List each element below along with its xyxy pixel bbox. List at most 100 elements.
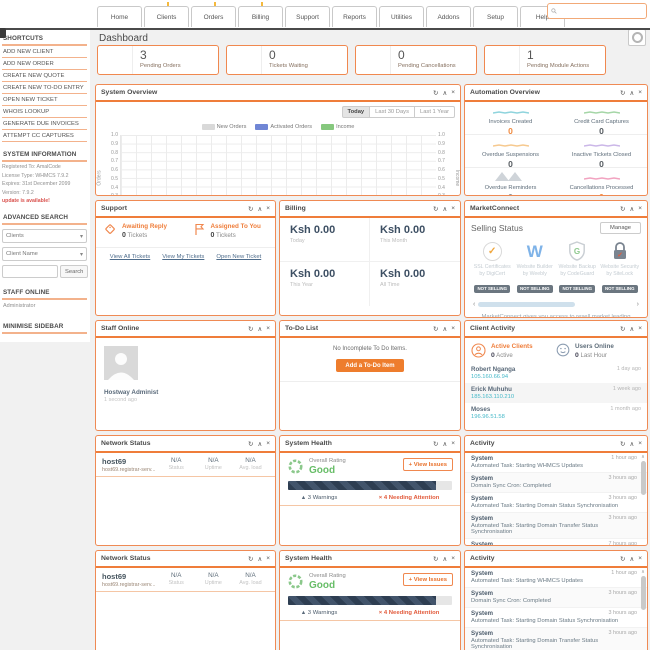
view-issues-button[interactable]: + View Issues bbox=[402, 458, 453, 471]
not-selling-badge[interactable]: NOT SELLING bbox=[474, 284, 510, 293]
refresh-icon[interactable]: ↻ bbox=[433, 205, 438, 213]
shortcut-generate-due-invoices[interactable]: GENERATE DUE INVOICES bbox=[2, 118, 87, 130]
refresh-icon[interactable]: ↻ bbox=[620, 440, 625, 448]
refresh-icon[interactable]: ↻ bbox=[248, 555, 253, 563]
scrollbar-thumb[interactable] bbox=[640, 576, 646, 611]
stat-pending-orders[interactable]: 3 Pending Orders bbox=[97, 45, 219, 75]
shortcut-whois-lookup[interactable]: WHOIS LOOKUP bbox=[2, 106, 87, 118]
client-activity-row[interactable]: Moses 196.96.51.58 1 month ago bbox=[465, 403, 647, 423]
close-icon[interactable]: × bbox=[266, 440, 270, 448]
refresh-icon[interactable]: ↻ bbox=[433, 89, 438, 97]
client-ip-link[interactable]: 185.163.110.210 bbox=[471, 394, 514, 400]
close-icon[interactable]: × bbox=[638, 89, 642, 97]
refresh-icon[interactable]: ↻ bbox=[620, 89, 625, 97]
range-button-last-1-year[interactable]: Last 1 Year bbox=[414, 106, 455, 118]
global-search[interactable] bbox=[547, 3, 647, 19]
activity-scrollbar[interactable]: ∧ bbox=[640, 569, 646, 650]
range-button-last-30-days[interactable]: Last 30 Days bbox=[370, 106, 415, 118]
refresh-icon[interactable]: ↻ bbox=[620, 555, 625, 563]
refresh-icon[interactable]: ↻ bbox=[248, 440, 253, 448]
stat-tickets-waiting[interactable]: 0 Tickets Waiting bbox=[226, 45, 348, 75]
refresh-icon[interactable]: ↻ bbox=[620, 325, 625, 333]
client-ip-link[interactable]: 196.96.51.58 bbox=[471, 414, 505, 420]
collapse-icon[interactable]: ∧ bbox=[629, 555, 634, 563]
close-icon[interactable]: × bbox=[266, 325, 270, 333]
collapse-icon[interactable]: ∧ bbox=[257, 205, 262, 213]
close-icon[interactable]: × bbox=[638, 555, 642, 563]
collapse-icon[interactable]: ∧ bbox=[629, 440, 634, 448]
close-icon[interactable]: × bbox=[451, 89, 455, 97]
refresh-icon[interactable]: ↻ bbox=[620, 205, 625, 213]
scroll-up-icon[interactable]: ∧ bbox=[640, 569, 646, 575]
dashboard-settings-button[interactable] bbox=[628, 29, 646, 46]
support-link-view-all-tickets[interactable]: View All Tickets bbox=[110, 254, 151, 260]
advanced-search-button[interactable]: Search bbox=[60, 265, 89, 278]
minimise-sidebar[interactable]: MINIMISE SIDEBAR bbox=[2, 319, 87, 334]
add-todo-button[interactable]: Add a To-Do Item bbox=[336, 359, 404, 372]
close-icon[interactable]: × bbox=[638, 205, 642, 213]
client-activity-row[interactable]: Erick Muhuhu 185.163.110.210 1 week ago bbox=[465, 383, 647, 403]
shortcut-open-new-ticket[interactable]: OPEN NEW TICKET bbox=[2, 94, 87, 106]
nav-tab-utilities[interactable]: Utilities bbox=[379, 6, 424, 27]
collapse-icon[interactable]: ∧ bbox=[442, 89, 447, 97]
nav-tab-reports[interactable]: Reports bbox=[332, 6, 377, 27]
nav-tab-orders[interactable]: Orders bbox=[191, 2, 236, 27]
not-selling-badge[interactable]: NOT SELLING bbox=[601, 284, 638, 293]
shortcut-add-new-client[interactable]: ADD NEW CLIENT bbox=[2, 46, 87, 58]
refresh-icon[interactable]: ↻ bbox=[248, 325, 253, 333]
stat-pending-cancellations[interactable]: 0 Pending Cancellations bbox=[355, 45, 477, 75]
collapse-icon[interactable]: ∧ bbox=[629, 89, 634, 97]
server-status-row[interactable]: host69 host69.registrar-serv... N/A Statu… bbox=[96, 453, 275, 477]
chevron-left-icon[interactable]: ‹ bbox=[473, 301, 475, 308]
refresh-icon[interactable]: ↻ bbox=[248, 205, 253, 213]
stat-pending-module-actions[interactable]: 1 Pending Module Actions bbox=[484, 45, 606, 75]
collapse-icon[interactable]: ∧ bbox=[257, 555, 262, 563]
advanced-search-type-select[interactable]: Clients ▾ bbox=[2, 229, 87, 243]
advanced-search-input[interactable] bbox=[2, 265, 58, 278]
refresh-icon[interactable]: ↻ bbox=[433, 555, 438, 563]
close-icon[interactable]: × bbox=[266, 555, 270, 563]
shortcut-add-new-order[interactable]: ADD NEW ORDER bbox=[2, 58, 87, 70]
close-icon[interactable]: × bbox=[451, 205, 455, 213]
scrollbar-thumb[interactable] bbox=[478, 302, 575, 307]
close-icon[interactable]: × bbox=[451, 325, 455, 333]
manage-button[interactable]: Manage bbox=[600, 222, 641, 234]
support-link-open-new-ticket[interactable]: Open New Ticket bbox=[216, 254, 261, 260]
chevron-right-icon[interactable]: › bbox=[637, 301, 639, 308]
nav-tab-support[interactable]: Support bbox=[285, 6, 330, 27]
range-button-today[interactable]: Today bbox=[341, 106, 371, 118]
collapse-icon[interactable]: ∧ bbox=[442, 325, 447, 333]
not-selling-badge[interactable]: NOT SELLING bbox=[516, 284, 553, 293]
client-activity-row[interactable]: Robert Nganga 105.160.66.94 1 day ago bbox=[465, 363, 647, 383]
collapse-icon[interactable]: ∧ bbox=[629, 325, 634, 333]
nav-tab-clients[interactable]: Clients bbox=[144, 2, 189, 27]
close-icon[interactable]: × bbox=[451, 440, 455, 448]
collapse-icon[interactable]: ∧ bbox=[442, 205, 447, 213]
nav-tab-billing[interactable]: Billing bbox=[238, 2, 283, 27]
collapse-icon[interactable]: ∧ bbox=[442, 440, 447, 448]
close-icon[interactable]: × bbox=[638, 440, 642, 448]
collapse-icon[interactable]: ∧ bbox=[257, 440, 262, 448]
collapse-icon[interactable]: ∧ bbox=[257, 325, 262, 333]
shortcut-attempt-cc-captures[interactable]: ATTEMPT CC CAPTURES bbox=[2, 130, 87, 142]
nav-tab-setup[interactable]: Setup bbox=[473, 6, 518, 27]
collapse-icon[interactable]: ∧ bbox=[629, 205, 634, 213]
refresh-icon[interactable]: ↻ bbox=[433, 440, 438, 448]
shortcut-create-new-quote[interactable]: CREATE NEW QUOTE bbox=[2, 70, 87, 82]
close-icon[interactable]: × bbox=[638, 325, 642, 333]
search-input[interactable] bbox=[559, 6, 643, 16]
activity-scrollbar[interactable]: ∧ bbox=[640, 454, 646, 544]
refresh-icon[interactable]: ↻ bbox=[433, 325, 438, 333]
close-icon[interactable]: × bbox=[266, 205, 270, 213]
shortcut-create-new-to-do-entry[interactable]: CREATE NEW TO-DO ENTRY bbox=[2, 82, 87, 94]
close-icon[interactable]: × bbox=[451, 555, 455, 563]
scroll-up-icon[interactable]: ∧ bbox=[640, 454, 646, 460]
view-issues-button[interactable]: + View Issues bbox=[402, 573, 453, 586]
nav-tab-home[interactable]: Home bbox=[97, 6, 142, 27]
server-status-row[interactable]: host69 host69.registrar-serv... N/A Statu… bbox=[96, 568, 275, 592]
nav-tab-addons[interactable]: Addons bbox=[426, 6, 471, 27]
scrollbar-thumb[interactable] bbox=[640, 461, 646, 496]
support-link-view-my-tickets[interactable]: View My Tickets bbox=[162, 254, 204, 260]
update-available-notice[interactable]: update is available! bbox=[2, 196, 87, 204]
collapse-icon[interactable]: ∧ bbox=[442, 555, 447, 563]
